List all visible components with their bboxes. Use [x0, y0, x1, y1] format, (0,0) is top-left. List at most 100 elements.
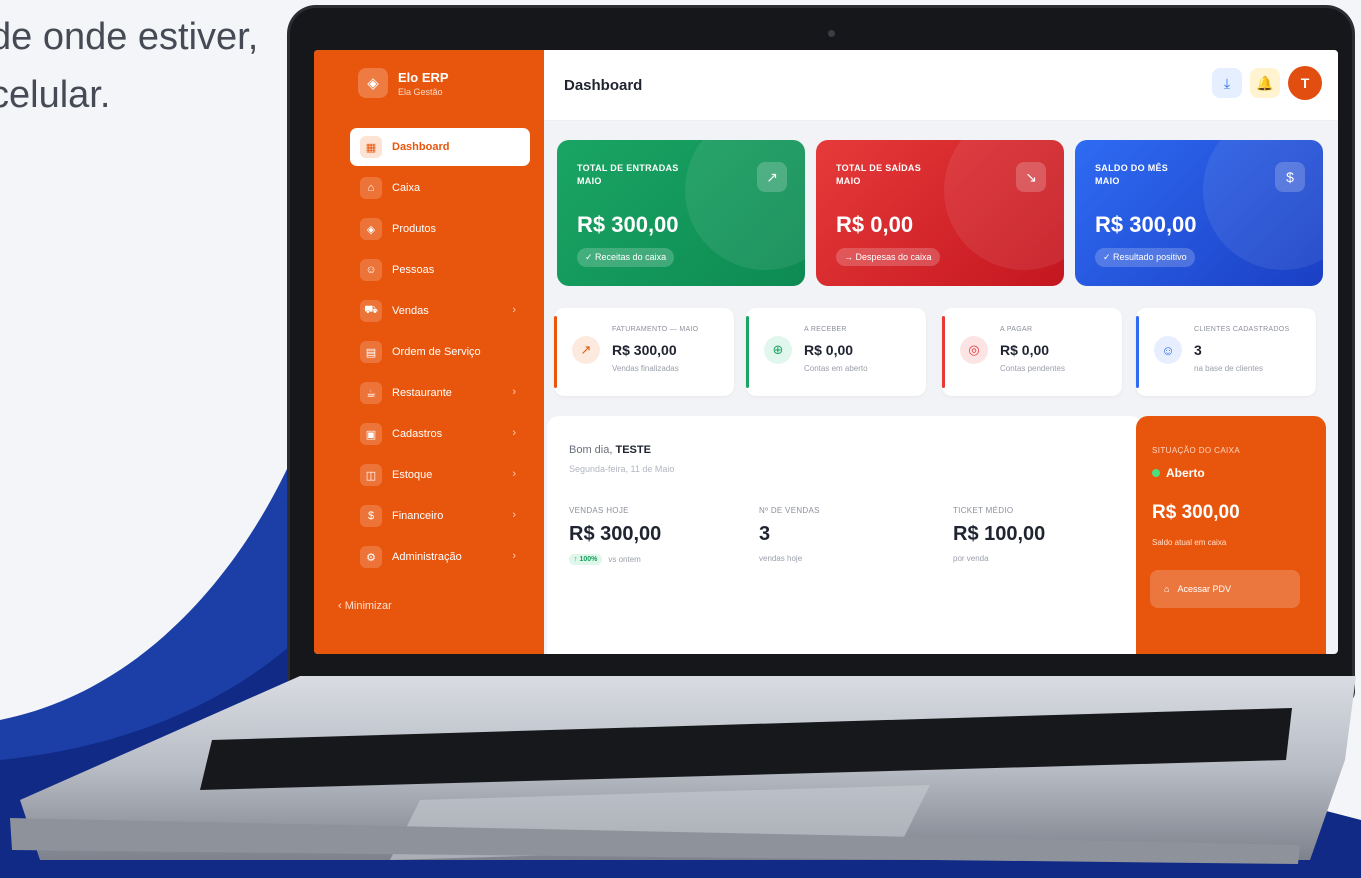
- page-title: Dashboard: [564, 77, 643, 94]
- download-icon: ⤓: [1223, 74, 1231, 91]
- metric-label: VENDAS HOJE: [569, 506, 629, 515]
- metric-label: TICKET MÉDIO: [953, 506, 1014, 515]
- folder-icon: ▣: [360, 423, 382, 445]
- sidebar-item-cadastros[interactable]: ▣ Cadastros ›: [350, 415, 530, 453]
- metric-caption: ↑ 100% vs ontem: [569, 554, 661, 565]
- stat-value: R$ 300,00: [612, 342, 677, 358]
- stat-card-entradas: TOTAL DE ENTRADAS MAIO ↗ R$ 300,00 ✓ Receita…: [557, 140, 805, 286]
- laptop-camera: [828, 30, 835, 37]
- sidebar-item-ordem-de-serviço[interactable]: ▤ Ordem de Serviço: [350, 333, 530, 371]
- current-date: Segunda-feira, 11 de Maio: [569, 464, 675, 474]
- sidebar-nav: ▦ Dashboard ⌂ Caixa ◈ Produtos ☺ Pessoas ⛟ Vendas…: [350, 128, 530, 579]
- summary-stat-card: ☺ CLIENTES CADASTRADOS 3 na base de cliente…: [1136, 308, 1316, 396]
- sidebar-item-label: Restaurante: [392, 387, 452, 399]
- cash-balance-caption: Saldo atual em caixa: [1152, 538, 1227, 547]
- trend-up-icon: ↗: [572, 336, 600, 364]
- today-metric: Nº DE VENDAS 3 vendas hoje: [759, 506, 820, 563]
- cart-icon: ⛟: [360, 300, 382, 322]
- sidebar-item-caixa[interactable]: ⌂ Caixa: [350, 169, 530, 207]
- stat-caption: Contas em aberto: [804, 364, 868, 373]
- alert-circle-icon: ◎: [960, 336, 988, 364]
- today-metric: VENDAS HOJE R$ 300,00 ↑ 100% vs ontem: [569, 506, 661, 565]
- summary-stat-card: ⊕ A RECEBER R$ 0,00 Contas em aberto: [746, 308, 926, 396]
- summary-stat-card: ↗ FATURAMENTO — MAIO R$ 300,00 Vendas final…: [554, 308, 734, 396]
- sidebar-item-estoque[interactable]: ◫ Estoque ›: [350, 456, 530, 494]
- card-label: TOTAL DE ENTRADAS MAIO: [577, 163, 679, 186]
- sidebar-item-restaurante[interactable]: ☕ Restaurante ›: [350, 374, 530, 412]
- sidebar-item-label: Caixa: [392, 182, 421, 194]
- greeting: Bom dia, TESTE: [569, 444, 651, 456]
- greeting-text: Bom dia,: [569, 444, 613, 456]
- sidebar-item-dashboard[interactable]: ▦ Dashboard: [350, 128, 530, 166]
- top-header: Dashboard ⤓ 🔔 T: [544, 50, 1338, 121]
- summary-card: Bom dia, TESTE Segunda-feira, 11 de Maio…: [547, 416, 1143, 654]
- metric-value: R$ 300,00: [569, 523, 662, 545]
- notifications-button[interactable]: 🔔: [1250, 68, 1280, 98]
- card-chip: ✓ Receitas do caixa: [577, 248, 675, 267]
- app-name: Elo ERP: [398, 69, 449, 85]
- users-icon: ☺: [360, 259, 382, 281]
- card-decor: [685, 140, 805, 270]
- dollar-icon: $: [360, 505, 382, 527]
- metric-value: R$ 100,00: [953, 523, 1046, 545]
- stat-caption: na base de clientes: [1194, 364, 1263, 373]
- stat-label: A RECEBER: [804, 326, 847, 333]
- access-pdv-button[interactable]: ⌂ Acessar PDV: [1150, 570, 1300, 608]
- trend-up-icon: ↗: [757, 162, 787, 192]
- sidebar-item-label: Dashboard: [392, 141, 450, 153]
- card-value: R$ 300,00: [577, 212, 679, 237]
- minimize-button[interactable]: ‹ Minimizar: [338, 600, 392, 612]
- stat-caption: Contas pendentes: [1000, 364, 1065, 373]
- cash-register-icon: ⌂: [360, 177, 382, 199]
- hero-headline: de onde estiver, celular.: [0, 8, 258, 124]
- cash-status: Aberto: [1152, 466, 1205, 480]
- chevron-right-icon: ›: [512, 427, 516, 439]
- sidebar-item-financeiro[interactable]: $ Financeiro ›: [350, 497, 530, 535]
- hero-line-1: de onde estiver,: [0, 16, 259, 58]
- access-pdv-label: Acessar PDV: [1177, 584, 1231, 594]
- trend-badge: ↑ 100%: [569, 554, 603, 565]
- cash-label: SITUAÇÃO DO CAIXA: [1152, 446, 1241, 455]
- chevron-right-icon: ›: [512, 468, 516, 480]
- download-button[interactable]: ⤓: [1212, 68, 1242, 98]
- chevron-right-icon: ›: [512, 509, 516, 521]
- sidebar-item-vendas[interactable]: ⛟ Vendas ›: [350, 292, 530, 330]
- sidebar-item-label: Ordem de Serviço: [392, 346, 481, 358]
- chevron-right-icon: ›: [512, 386, 516, 398]
- bell-icon: 🔔: [1256, 74, 1274, 91]
- avatar[interactable]: T: [1288, 66, 1322, 100]
- sidebar-item-administração[interactable]: ⚙ Administração ›: [350, 538, 530, 576]
- stat-value: 3: [1194, 342, 1202, 358]
- trend-down-icon: ↘: [1016, 162, 1046, 192]
- card-value: R$ 0,00: [836, 212, 914, 237]
- sidebar-item-label: Vendas: [392, 305, 429, 317]
- brand[interactable]: ◈ Elo ERP Ela Gestão: [358, 68, 449, 98]
- stat-caption: Vendas finalizadas: [612, 364, 679, 373]
- hero-line-2: celular.: [0, 74, 111, 116]
- metric-sub: vendas hoje: [759, 554, 803, 563]
- accent-bar: [746, 316, 749, 388]
- greeting-user: TESTE: [615, 444, 651, 456]
- card-label: SALDO DO MÊS MAIO: [1095, 163, 1169, 186]
- sidebar-item-pessoas[interactable]: ☺ Pessoas: [350, 251, 530, 289]
- dollar-icon: $: [1275, 162, 1305, 192]
- users-icon: ☺: [1154, 336, 1182, 364]
- accent-bar: [554, 316, 557, 388]
- card-label: TOTAL DE SAÍDAS MAIO: [836, 163, 922, 186]
- stat-label: CLIENTES CADASTRADOS: [1194, 326, 1290, 333]
- metric-label: Nº DE VENDAS: [759, 506, 820, 515]
- metric-sub: vs ontem: [608, 555, 641, 564]
- card-value: R$ 300,00: [1095, 212, 1197, 237]
- card-decor: [944, 140, 1064, 270]
- stat-card-saldo: SALDO DO MÊS MAIO $ R$ 300,00 ✓ Resultado po…: [1075, 140, 1323, 286]
- arrow-circle-up-icon: ⊕: [764, 336, 792, 364]
- sidebar-item-produtos[interactable]: ◈ Produtos: [350, 210, 530, 248]
- box-icon: ◫: [360, 464, 382, 486]
- cup-icon: ☕: [360, 382, 382, 404]
- accent-bar: [942, 316, 945, 388]
- clipboard-icon: ▤: [360, 341, 382, 363]
- stat-value: R$ 0,00: [1000, 342, 1050, 358]
- card-chip: → Despesas do caixa: [836, 248, 940, 266]
- sidebar-item-label: Estoque: [392, 469, 433, 481]
- metric-value: 3: [759, 523, 771, 545]
